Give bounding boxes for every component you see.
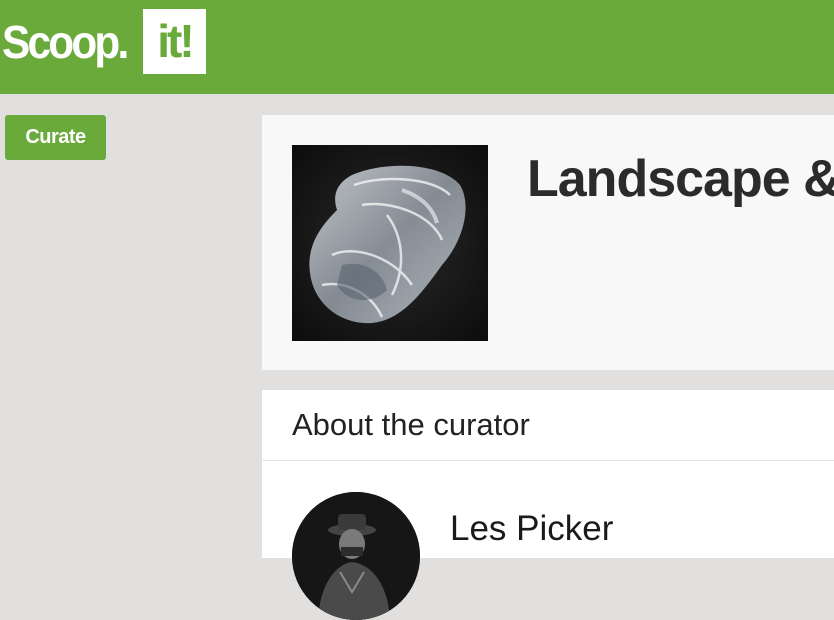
- about-curator-header: About the curator: [262, 390, 834, 461]
- topic-thumbnail[interactable]: [292, 145, 488, 341]
- topic-header-card: Landscape &: [262, 115, 834, 370]
- logo-wordmark: Scoop.: [2, 15, 129, 68]
- curator-name[interactable]: Les Picker: [450, 509, 613, 549]
- curator-avatar-icon: [292, 492, 420, 620]
- scoopit-logo[interactable]: Scoop. it!: [0, 9, 206, 74]
- logo-it-text: it!: [157, 14, 194, 67]
- about-curator-card: About the curator Les Picker: [262, 390, 834, 620]
- top-header: Scoop. it!: [0, 0, 834, 94]
- logo-it-box: it!: [143, 9, 206, 74]
- plastic-bag-image-icon: [292, 145, 488, 341]
- topic-title: Landscape &: [527, 150, 834, 208]
- curator-avatar[interactable]: [292, 492, 420, 620]
- about-curator-heading: About the curator: [292, 407, 530, 442]
- curate-button[interactable]: Curate: [5, 115, 106, 160]
